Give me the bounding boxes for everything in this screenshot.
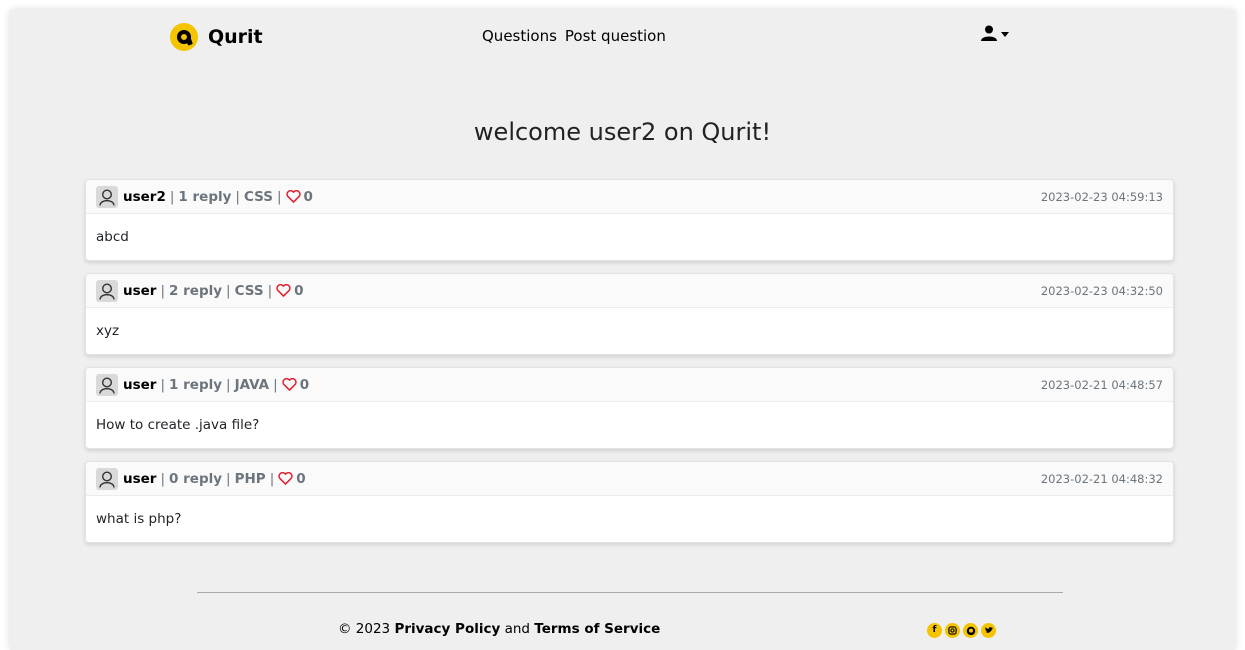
nav-post-question-link[interactable]: Post question — [565, 27, 666, 45]
user-menu-dropdown[interactable] — [980, 25, 1009, 41]
welcome-heading: welcome user2 on Qurit! — [473, 118, 772, 146]
post-replies[interactable]: 0 reply — [169, 471, 222, 487]
post-replies[interactable]: 2 reply — [169, 283, 222, 299]
separator: | — [276, 188, 282, 205]
post-card[interactable]: user | 0 reply | PHP | 0 2023-02-21 04:4… — [85, 461, 1174, 543]
post-card[interactable]: user | 2 reply | CSS | 0 2023-02-23 04:3… — [85, 273, 1174, 355]
post-date: 2023-02-21 04:48:32 — [1040, 471, 1163, 486]
social-links: f — [927, 623, 996, 638]
post-header: user | 0 reply | PHP | 0 2023-02-21 04:4… — [86, 462, 1173, 496]
separator: | — [160, 376, 166, 393]
post-meta: user | 2 reply | CSS | 0 — [96, 279, 304, 302]
heart-icon[interactable] — [278, 472, 293, 485]
github-icon[interactable] — [963, 623, 978, 638]
instagram-icon[interactable] — [945, 623, 960, 638]
qurit-logo-icon — [170, 23, 198, 51]
separator: | — [269, 470, 275, 487]
separator: | — [160, 470, 166, 487]
post-likes: 0 — [299, 376, 310, 393]
avatar-icon — [96, 185, 118, 208]
post-likes: 0 — [303, 188, 313, 205]
post-meta: user | 0 reply | PHP | 0 — [96, 467, 306, 490]
post-date: 2023-02-23 04:32:50 — [1040, 283, 1163, 298]
post-body[interactable]: xyz — [86, 308, 1173, 339]
separator: | — [160, 282, 166, 299]
post-replies[interactable]: 1 reply — [169, 377, 222, 393]
post-header: user | 1 reply | JAVA | 0 2023-02-21 04:… — [86, 368, 1173, 402]
facebook-icon[interactable]: f — [927, 623, 942, 638]
post-header: user | 2 reply | CSS | 0 2023-02-23 04:3… — [86, 274, 1173, 308]
post-author[interactable]: user — [123, 377, 156, 393]
chevron-down-icon — [1001, 31, 1009, 37]
post-tag[interactable]: CSS — [235, 283, 264, 299]
post-tag[interactable]: PHP — [235, 471, 266, 487]
post-body[interactable]: what is php? — [86, 496, 1173, 527]
post-author[interactable]: user2 — [123, 189, 166, 205]
user-icon — [981, 25, 997, 41]
separator: | — [235, 188, 240, 205]
post-meta: user2 | 1 reply | CSS | 0 — [96, 185, 313, 208]
post-meta: user | 1 reply | JAVA | 0 — [96, 373, 310, 396]
separator: | — [273, 376, 278, 393]
post-body[interactable]: abcd — [86, 214, 1173, 245]
brand-link[interactable]: Qurit — [170, 21, 263, 53]
post-card[interactable]: user2 | 1 reply | CSS | 0 2023-02-23 04:… — [85, 179, 1174, 261]
heart-icon[interactable] — [276, 284, 291, 297]
navbar: Qurit Questions Post question — [10, 10, 1235, 65]
privacy-policy-link[interactable]: Privacy Policy — [394, 621, 500, 637]
separator: | — [267, 282, 273, 299]
footer-copyright: © 2023 Privacy Policy and Terms of Servi… — [338, 621, 660, 637]
post-author[interactable]: user — [123, 283, 156, 299]
footer-divider — [197, 592, 1063, 593]
nav-links: Questions Post question — [482, 27, 666, 45]
separator: | — [226, 376, 231, 393]
separator: | — [226, 282, 231, 299]
twitter-icon[interactable] — [981, 623, 996, 638]
heart-icon[interactable] — [285, 190, 301, 203]
separator: | — [226, 470, 231, 487]
nav-questions-link[interactable]: Questions — [482, 27, 557, 45]
copyright-text: © 2023 — [338, 621, 391, 637]
heart-icon[interactable] — [282, 378, 297, 391]
avatar-icon — [96, 373, 118, 396]
post-tag[interactable]: JAVA — [235, 377, 270, 393]
separator: | — [169, 188, 175, 205]
post-header: user2 | 1 reply | CSS | 0 2023-02-23 04:… — [86, 180, 1173, 214]
post-date: 2023-02-23 04:59:13 — [1040, 189, 1163, 204]
avatar-icon — [96, 279, 118, 302]
post-author[interactable]: user — [123, 471, 156, 487]
brand-name: Qurit — [208, 26, 263, 48]
and-text: and — [504, 621, 530, 637]
post-likes: 0 — [296, 470, 306, 487]
post-card[interactable]: user | 1 reply | JAVA | 0 2023-02-21 04:… — [85, 367, 1174, 449]
post-tag[interactable]: CSS — [244, 189, 273, 205]
post-replies[interactable]: 1 reply — [178, 189, 231, 205]
post-likes: 0 — [294, 282, 304, 299]
avatar-icon — [96, 467, 118, 490]
post-date: 2023-02-21 04:48:57 — [1040, 377, 1163, 392]
page: Qurit Questions Post question welcome us… — [10, 10, 1235, 650]
post-list: user2 | 1 reply | CSS | 0 2023-02-23 04:… — [85, 179, 1174, 555]
post-body[interactable]: How to create .java file? — [86, 402, 1173, 433]
terms-of-service-link[interactable]: Terms of Service — [534, 621, 660, 637]
